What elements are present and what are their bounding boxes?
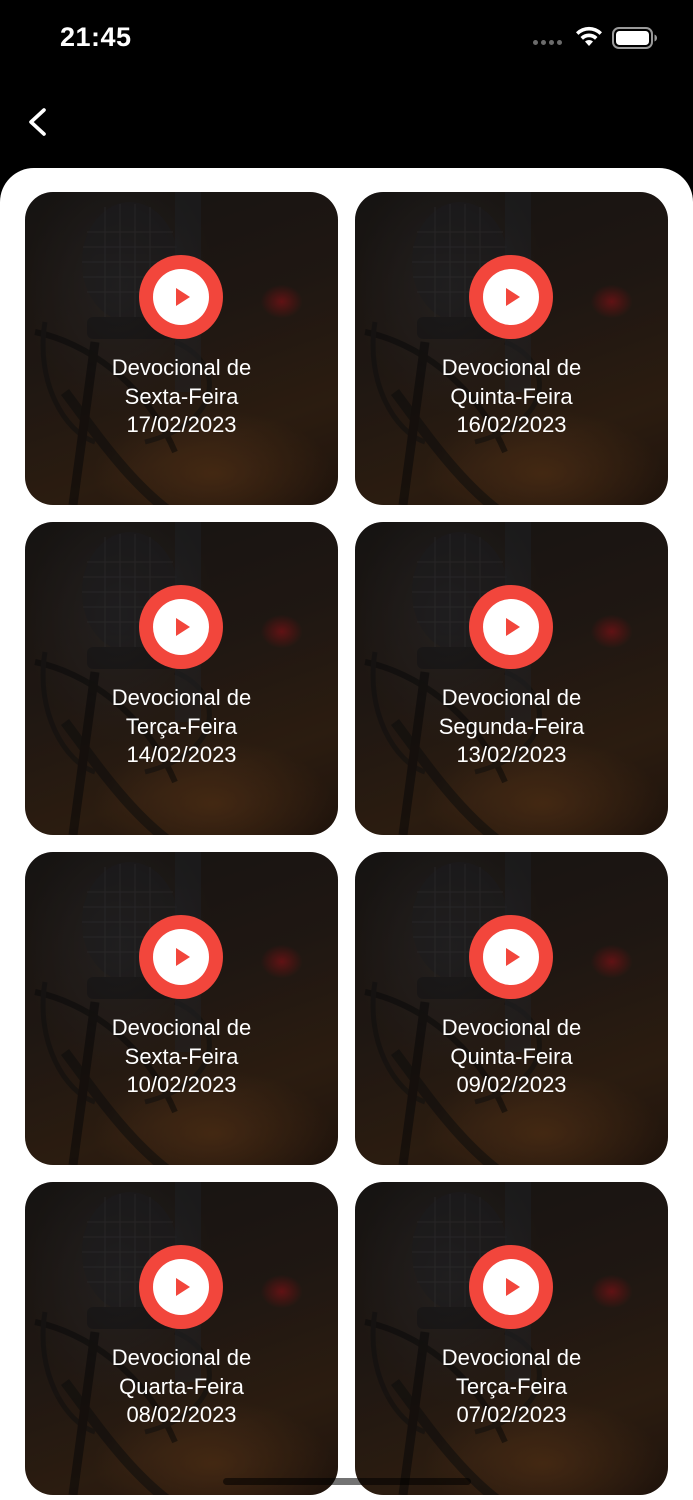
episode-caption: Devocional de Segunda-Feira 13/02/2023 xyxy=(355,684,668,770)
episode-title-line1: Devocional de xyxy=(441,1015,582,1040)
image-overlay xyxy=(355,522,668,835)
play-icon xyxy=(506,288,520,306)
episode-title-line2: Sexta-Feira xyxy=(124,383,239,409)
episode-card[interactable]: Devocional de Quinta-Feira 16/02/2023 xyxy=(355,192,668,505)
episode-caption: Devocional de Sexta-Feira 10/02/2023 xyxy=(25,1014,338,1100)
play-icon xyxy=(176,288,190,306)
play-button[interactable] xyxy=(469,915,553,999)
episode-title-line2: Sexta-Feira xyxy=(124,1043,239,1069)
episode-title-line2: Quarta-Feira xyxy=(119,1373,244,1399)
play-button-inner xyxy=(483,1259,539,1315)
content-sheet: Devocional de Sexta-Feira 17/02/2023 Dev… xyxy=(0,168,693,1500)
episode-title-line1: Devocional de xyxy=(441,685,582,710)
image-overlay xyxy=(25,1182,338,1495)
episode-title-line1: Devocional de xyxy=(441,1345,582,1370)
episode-title-line2: Quinta-Feira xyxy=(450,383,573,409)
image-overlay xyxy=(355,192,668,505)
play-icon xyxy=(176,618,190,636)
chevron-left-icon xyxy=(29,108,46,136)
episode-date: 07/02/2023 xyxy=(456,1402,567,1427)
play-button[interactable] xyxy=(469,1245,553,1329)
image-overlay xyxy=(25,192,338,505)
episode-title-line1: Devocional de xyxy=(111,1015,252,1040)
episode-caption: Devocional de Terça-Feira 14/02/2023 xyxy=(25,684,338,770)
play-button-inner xyxy=(153,1259,209,1315)
play-button[interactable] xyxy=(469,255,553,339)
play-button-inner xyxy=(153,599,209,655)
episode-title-line2: Quinta-Feira xyxy=(450,1043,573,1069)
battery-icon xyxy=(612,27,657,49)
play-button-inner xyxy=(153,269,209,325)
play-icon xyxy=(506,618,520,636)
status-time: 21:45 xyxy=(60,22,132,52)
episode-card[interactable]: Devocional de Terça-Feira 14/02/2023 xyxy=(25,522,338,835)
play-button[interactable] xyxy=(139,1245,223,1329)
episode-card[interactable]: Devocional de Terça-Feira 07/02/2023 xyxy=(355,1182,668,1495)
episode-card[interactable]: Devocional de Sexta-Feira 17/02/2023 xyxy=(25,192,338,505)
play-button-inner xyxy=(153,929,209,985)
episode-date: 17/02/2023 xyxy=(126,412,237,437)
cellular-signal-icon xyxy=(533,40,562,45)
status-bar: 21:45 xyxy=(0,0,693,80)
episode-date: 10/02/2023 xyxy=(126,1072,237,1097)
play-button-inner xyxy=(483,929,539,985)
wifi-icon xyxy=(576,26,602,46)
play-button-inner xyxy=(483,269,539,325)
episode-caption: Devocional de Quinta-Feira 09/02/2023 xyxy=(355,1014,668,1100)
navigation-bar xyxy=(0,80,693,170)
episode-card[interactable]: Devocional de Quarta-Feira 08/02/2023 xyxy=(25,1182,338,1495)
episode-card[interactable]: Devocional de Segunda-Feira 13/02/2023 xyxy=(355,522,668,835)
episode-caption: Devocional de Sexta-Feira 17/02/2023 xyxy=(25,354,338,440)
play-button[interactable] xyxy=(139,585,223,669)
image-overlay xyxy=(25,852,338,1165)
episode-card[interactable]: Devocional de Sexta-Feira 10/02/2023 xyxy=(25,852,338,1165)
play-button[interactable] xyxy=(469,585,553,669)
back-button[interactable] xyxy=(22,102,54,142)
episode-caption: Devocional de Terça-Feira 07/02/2023 xyxy=(355,1344,668,1430)
episode-grid: Devocional de Sexta-Feira 17/02/2023 Dev… xyxy=(25,192,668,1495)
episode-card[interactable]: Devocional de Quinta-Feira 09/02/2023 xyxy=(355,852,668,1165)
episode-title-line1: Devocional de xyxy=(441,355,582,380)
play-icon xyxy=(176,948,190,966)
play-icon xyxy=(506,1278,520,1296)
episode-title-line2: Segunda-Feira xyxy=(438,713,585,739)
episode-title-line2: Terça-Feira xyxy=(125,713,238,739)
episode-date: 13/02/2023 xyxy=(456,742,567,767)
home-indicator xyxy=(223,1478,471,1485)
play-icon xyxy=(506,948,520,966)
play-button-inner xyxy=(483,599,539,655)
episode-date: 14/02/2023 xyxy=(126,742,237,767)
episode-date: 08/02/2023 xyxy=(126,1402,237,1427)
image-overlay xyxy=(355,1182,668,1495)
episode-caption: Devocional de Quarta-Feira 08/02/2023 xyxy=(25,1344,338,1430)
episode-title-line2: Terça-Feira xyxy=(455,1373,568,1399)
episode-title-line1: Devocional de xyxy=(111,685,252,710)
image-overlay xyxy=(355,852,668,1165)
episode-date: 16/02/2023 xyxy=(456,412,567,437)
episode-date: 09/02/2023 xyxy=(456,1072,567,1097)
episode-title-line1: Devocional de xyxy=(111,355,252,380)
episode-caption: Devocional de Quinta-Feira 16/02/2023 xyxy=(355,354,668,440)
image-overlay xyxy=(25,522,338,835)
play-button[interactable] xyxy=(139,915,223,999)
episode-title-line1: Devocional de xyxy=(111,1345,252,1370)
play-button[interactable] xyxy=(139,255,223,339)
play-icon xyxy=(176,1278,190,1296)
